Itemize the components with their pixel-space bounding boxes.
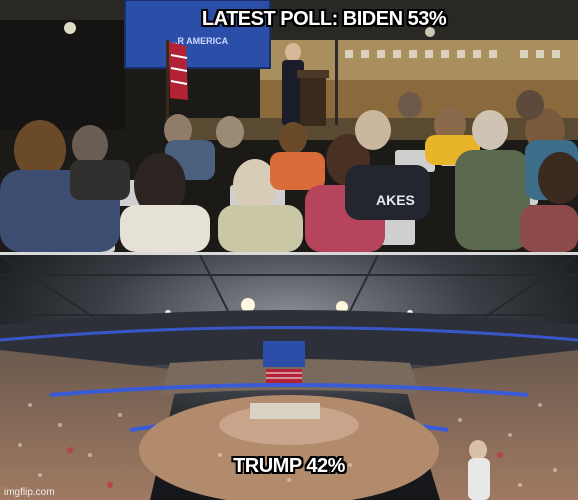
bottom-photo-arena-crowd: TRUMP 42% imgflip.com xyxy=(0,255,578,500)
speaker xyxy=(285,43,301,61)
stage xyxy=(250,403,320,419)
jumbotron xyxy=(263,341,305,367)
top-photo-small-crowd: ...R AMERICA AKES LATEST POLL: BIDEN 53% xyxy=(0,0,578,252)
bottom-caption: TRUMP 42% xyxy=(233,455,345,477)
small-rally-scene: ...R AMERICA AKES xyxy=(0,0,578,252)
watermark: imgflip.com xyxy=(4,487,55,498)
top-caption: LATEST POLL: BIDEN 53% xyxy=(201,8,447,30)
shirt-text: AKES xyxy=(376,192,415,208)
podium xyxy=(300,74,326,126)
